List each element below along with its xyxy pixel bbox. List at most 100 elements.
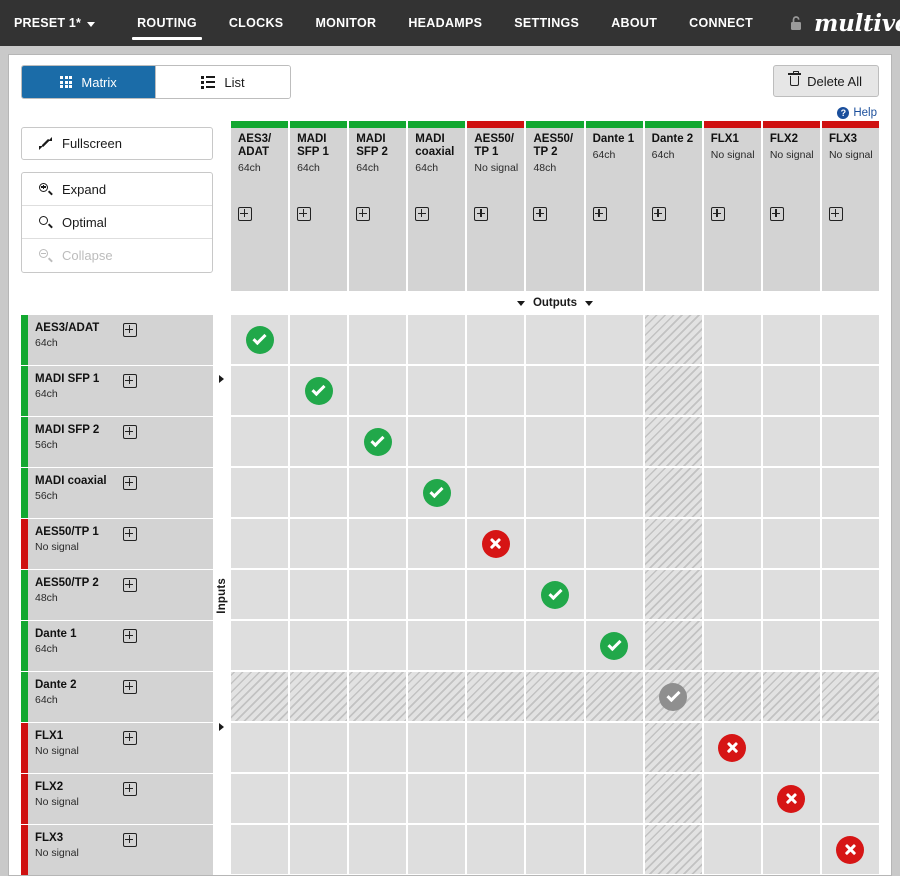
expand-channel-icon[interactable] xyxy=(123,527,137,541)
expand-channel-icon[interactable] xyxy=(474,207,489,221)
matrix-cell[interactable] xyxy=(526,315,584,364)
output-column-header[interactable]: AES50/ TP 1 No signal xyxy=(467,121,525,291)
fullscreen-button[interactable]: Fullscreen xyxy=(21,127,213,160)
input-row-header[interactable]: FLX2 No signal xyxy=(21,774,213,824)
matrix-cell[interactable] xyxy=(821,519,880,568)
matrix-cell[interactable] xyxy=(644,672,702,721)
matrix-cell[interactable] xyxy=(290,621,348,670)
matrix-cell[interactable] xyxy=(467,519,525,568)
expand-channel-icon[interactable] xyxy=(123,425,137,439)
matrix-cell[interactable] xyxy=(290,774,348,823)
matrix-cell[interactable] xyxy=(408,519,466,568)
matrix-cell[interactable] xyxy=(526,621,584,670)
inputs-axis-label[interactable]: Inputs xyxy=(213,315,231,876)
unlocked-padlock-icon[interactable] xyxy=(769,0,814,46)
nav-item-connect[interactable]: CONNECT xyxy=(673,0,769,46)
matrix-cell[interactable] xyxy=(408,468,466,517)
matrix-cell[interactable] xyxy=(585,417,643,466)
expand-channel-icon[interactable] xyxy=(123,578,137,592)
matrix-cell[interactable] xyxy=(585,825,643,874)
matrix-cell[interactable] xyxy=(585,672,643,721)
matrix-cell[interactable] xyxy=(585,621,643,670)
expand-channel-icon[interactable] xyxy=(828,207,843,221)
matrix-cell[interactable] xyxy=(821,570,880,619)
matrix-cell[interactable] xyxy=(349,774,407,823)
matrix-cell[interactable] xyxy=(526,519,584,568)
matrix-cell[interactable] xyxy=(290,468,348,517)
matrix-cell[interactable] xyxy=(703,417,761,466)
matrix-cell[interactable] xyxy=(703,519,761,568)
matrix-cell[interactable] xyxy=(585,366,643,415)
matrix-cell[interactable] xyxy=(762,315,820,364)
matrix-cell[interactable] xyxy=(821,417,880,466)
matrix-cell[interactable] xyxy=(644,315,702,364)
input-row-header[interactable]: AES3/ADAT 64ch xyxy=(21,315,213,365)
input-row-header[interactable]: Dante 2 64ch xyxy=(21,672,213,722)
matrix-cell[interactable] xyxy=(644,519,702,568)
matrix-cell[interactable] xyxy=(290,723,348,772)
matrix-cell[interactable] xyxy=(762,519,820,568)
matrix-cell[interactable] xyxy=(703,468,761,517)
expand-channel-icon[interactable] xyxy=(238,207,252,221)
expand-channel-icon[interactable] xyxy=(356,207,371,221)
matrix-cell[interactable] xyxy=(703,672,761,721)
expand-channel-icon[interactable] xyxy=(123,731,137,745)
matrix-cell[interactable] xyxy=(231,417,289,466)
output-column-header[interactable]: MADI SFP 1 64ch xyxy=(290,121,348,291)
matrix-cell[interactable] xyxy=(408,672,466,721)
matrix-cell[interactable] xyxy=(467,417,525,466)
matrix-cell[interactable] xyxy=(349,621,407,670)
matrix-cell[interactable] xyxy=(644,570,702,619)
expand-channel-icon[interactable] xyxy=(710,207,725,221)
matrix-cell[interactable] xyxy=(231,570,289,619)
matrix-cell[interactable] xyxy=(821,672,880,721)
matrix-cell[interactable] xyxy=(290,570,348,619)
matrix-cell[interactable] xyxy=(821,366,880,415)
matrix-cell[interactable] xyxy=(467,468,525,517)
matrix-cell[interactable] xyxy=(585,570,643,619)
input-row-header[interactable]: FLX1 No signal xyxy=(21,723,213,773)
output-column-header[interactable]: MADI coaxial 64ch xyxy=(408,121,466,291)
nav-item-clocks[interactable]: CLOCKS xyxy=(213,0,300,46)
matrix-cell[interactable] xyxy=(231,468,289,517)
matrix-cell[interactable] xyxy=(349,468,407,517)
matrix-cell[interactable] xyxy=(703,366,761,415)
matrix-cell[interactable] xyxy=(290,519,348,568)
output-column-header[interactable]: Dante 2 64ch xyxy=(644,121,702,291)
tab-matrix[interactable]: Matrix xyxy=(22,66,156,98)
expand-channel-icon[interactable] xyxy=(123,782,137,796)
optimal-button[interactable]: Optimal xyxy=(22,206,212,239)
matrix-cell[interactable] xyxy=(762,417,820,466)
matrix-cell[interactable] xyxy=(585,723,643,772)
matrix-cell[interactable] xyxy=(703,723,761,772)
matrix-cell[interactable] xyxy=(762,468,820,517)
expand-channel-icon[interactable] xyxy=(123,680,137,694)
matrix-cell[interactable] xyxy=(349,672,407,721)
matrix-cell[interactable] xyxy=(585,468,643,517)
matrix-cell[interactable] xyxy=(585,774,643,823)
matrix-cell[interactable] xyxy=(526,417,584,466)
matrix-cell[interactable] xyxy=(703,315,761,364)
matrix-cell[interactable] xyxy=(644,621,702,670)
output-column-header[interactable]: AES50/ TP 2 48ch xyxy=(526,121,584,291)
matrix-cell[interactable] xyxy=(467,774,525,823)
matrix-cell[interactable] xyxy=(231,774,289,823)
matrix-cell[interactable] xyxy=(467,825,525,874)
matrix-cell[interactable] xyxy=(526,468,584,517)
matrix-cell[interactable] xyxy=(231,621,289,670)
matrix-cell[interactable] xyxy=(349,315,407,364)
output-column-header[interactable]: FLX3 No signal xyxy=(821,121,880,291)
matrix-cell[interactable] xyxy=(349,366,407,415)
matrix-cell[interactable] xyxy=(231,519,289,568)
matrix-cell[interactable] xyxy=(821,774,880,823)
matrix-cell[interactable] xyxy=(408,825,466,874)
output-column-header[interactable]: FLX2 No signal xyxy=(762,121,820,291)
matrix-cell[interactable] xyxy=(644,417,702,466)
input-row-header[interactable]: Dante 1 64ch xyxy=(21,621,213,671)
output-column-header[interactable]: FLX1 No signal xyxy=(703,121,761,291)
matrix-cell[interactable] xyxy=(644,774,702,823)
output-column-header[interactable]: Dante 1 64ch xyxy=(585,121,643,291)
matrix-cell[interactable] xyxy=(231,672,289,721)
matrix-cell[interactable] xyxy=(821,723,880,772)
expand-channel-icon[interactable] xyxy=(123,374,137,388)
